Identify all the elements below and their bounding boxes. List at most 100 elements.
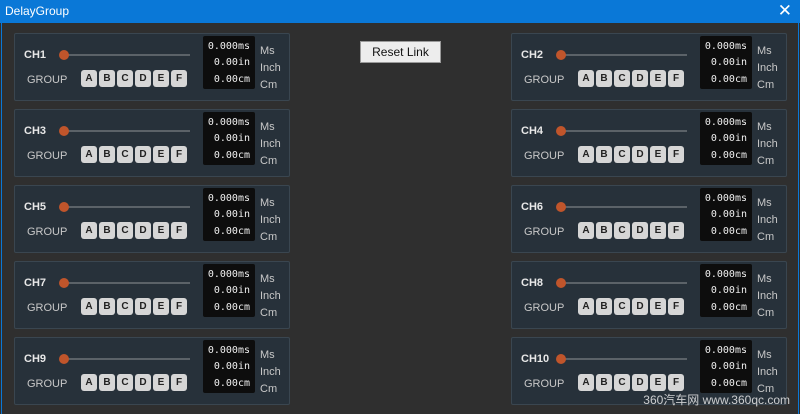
delay-slider[interactable]: [556, 354, 687, 364]
group-button-b[interactable]: B: [596, 222, 612, 239]
slider-knob[interactable]: [59, 278, 69, 288]
delay-value-cm[interactable]: 0.00cm: [711, 378, 747, 389]
group-button-d[interactable]: D: [135, 374, 151, 391]
group-button-f[interactable]: F: [668, 298, 684, 315]
group-button-d[interactable]: D: [135, 222, 151, 239]
group-button-b[interactable]: B: [596, 70, 612, 87]
delay-value-cm[interactable]: 0.00cm: [214, 226, 250, 237]
delay-value-ms[interactable]: 0.000ms: [208, 41, 250, 52]
group-button-c[interactable]: C: [614, 222, 630, 239]
delay-slider[interactable]: [59, 50, 190, 60]
group-button-a[interactable]: A: [578, 222, 594, 239]
group-button-b[interactable]: B: [99, 222, 115, 239]
group-button-a[interactable]: A: [578, 374, 594, 391]
group-button-f[interactable]: F: [668, 374, 684, 391]
group-button-b[interactable]: B: [596, 374, 612, 391]
group-button-d[interactable]: D: [135, 298, 151, 315]
delay-value-inch[interactable]: 0.00in: [214, 209, 250, 220]
delay-value-cm[interactable]: 0.00cm: [214, 378, 250, 389]
delay-value-ms[interactable]: 0.000ms: [208, 117, 250, 128]
delay-value-ms[interactable]: 0.000ms: [208, 269, 250, 280]
delay-value-inch[interactable]: 0.00in: [711, 133, 747, 144]
group-button-e[interactable]: E: [153, 70, 169, 87]
group-button-c[interactable]: C: [117, 374, 133, 391]
delay-slider[interactable]: [59, 354, 190, 364]
delay-value-ms[interactable]: 0.000ms: [705, 269, 747, 280]
group-button-a[interactable]: A: [578, 146, 594, 163]
delay-value-ms[interactable]: 0.000ms: [208, 345, 250, 356]
delay-value-inch[interactable]: 0.00in: [214, 361, 250, 372]
delay-value-ms[interactable]: 0.000ms: [705, 345, 747, 356]
group-button-a[interactable]: A: [81, 222, 97, 239]
group-button-d[interactable]: D: [632, 298, 648, 315]
delay-value-ms[interactable]: 0.000ms: [705, 193, 747, 204]
delay-value-ms[interactable]: 0.000ms: [705, 41, 747, 52]
delay-value-cm[interactable]: 0.00cm: [711, 150, 747, 161]
delay-slider[interactable]: [556, 50, 687, 60]
delay-slider[interactable]: [556, 202, 687, 212]
group-button-a[interactable]: A: [578, 70, 594, 87]
delay-slider[interactable]: [59, 278, 190, 288]
group-button-b[interactable]: B: [99, 374, 115, 391]
delay-value-cm[interactable]: 0.00cm: [214, 74, 250, 85]
group-button-b[interactable]: B: [99, 298, 115, 315]
group-button-d[interactable]: D: [632, 146, 648, 163]
group-button-a[interactable]: A: [578, 298, 594, 315]
group-button-f[interactable]: F: [668, 146, 684, 163]
group-button-f[interactable]: F: [171, 298, 187, 315]
group-button-c[interactable]: C: [117, 222, 133, 239]
group-button-c[interactable]: C: [614, 374, 630, 391]
delay-value-ms[interactable]: 0.000ms: [705, 117, 747, 128]
slider-knob[interactable]: [59, 50, 69, 60]
group-button-d[interactable]: D: [632, 70, 648, 87]
close-icon[interactable]: ✕: [778, 1, 792, 21]
group-button-f[interactable]: F: [171, 146, 187, 163]
delay-value-cm[interactable]: 0.00cm: [711, 302, 747, 313]
delay-slider[interactable]: [59, 202, 190, 212]
group-button-a[interactable]: A: [81, 70, 97, 87]
delay-value-inch[interactable]: 0.00in: [711, 209, 747, 220]
slider-knob[interactable]: [556, 202, 566, 212]
delay-slider[interactable]: [556, 278, 687, 288]
slider-knob[interactable]: [556, 50, 566, 60]
group-button-e[interactable]: E: [153, 222, 169, 239]
group-button-f[interactable]: F: [171, 222, 187, 239]
group-button-d[interactable]: D: [632, 374, 648, 391]
group-button-b[interactable]: B: [596, 146, 612, 163]
delay-value-cm[interactable]: 0.00cm: [214, 150, 250, 161]
group-button-b[interactable]: B: [99, 70, 115, 87]
group-button-e[interactable]: E: [650, 374, 666, 391]
slider-knob[interactable]: [59, 202, 69, 212]
group-button-e[interactable]: E: [650, 222, 666, 239]
delay-value-inch[interactable]: 0.00in: [711, 57, 747, 68]
delay-slider[interactable]: [59, 126, 190, 136]
group-button-c[interactable]: C: [117, 146, 133, 163]
delay-value-inch[interactable]: 0.00in: [711, 285, 747, 296]
group-button-e[interactable]: E: [153, 374, 169, 391]
group-button-c[interactable]: C: [614, 70, 630, 87]
group-button-c[interactable]: C: [117, 70, 133, 87]
group-button-c[interactable]: C: [614, 146, 630, 163]
group-button-c[interactable]: C: [117, 298, 133, 315]
delay-value-inch[interactable]: 0.00in: [711, 361, 747, 372]
group-button-c[interactable]: C: [614, 298, 630, 315]
slider-knob[interactable]: [59, 126, 69, 136]
slider-knob[interactable]: [556, 126, 566, 136]
group-button-d[interactable]: D: [135, 70, 151, 87]
delay-slider[interactable]: [556, 126, 687, 136]
group-button-a[interactable]: A: [81, 146, 97, 163]
group-button-b[interactable]: B: [99, 146, 115, 163]
group-button-e[interactable]: E: [650, 70, 666, 87]
reset-link-button[interactable]: Reset Link: [360, 41, 441, 63]
group-button-f[interactable]: F: [668, 70, 684, 87]
group-button-f[interactable]: F: [171, 70, 187, 87]
delay-value-inch[interactable]: 0.00in: [214, 133, 250, 144]
group-button-e[interactable]: E: [153, 298, 169, 315]
delay-value-cm[interactable]: 0.00cm: [711, 74, 747, 85]
group-button-a[interactable]: A: [81, 298, 97, 315]
group-button-d[interactable]: D: [632, 222, 648, 239]
delay-value-ms[interactable]: 0.000ms: [208, 193, 250, 204]
group-button-d[interactable]: D: [135, 146, 151, 163]
slider-knob[interactable]: [556, 354, 566, 364]
slider-knob[interactable]: [59, 354, 69, 364]
